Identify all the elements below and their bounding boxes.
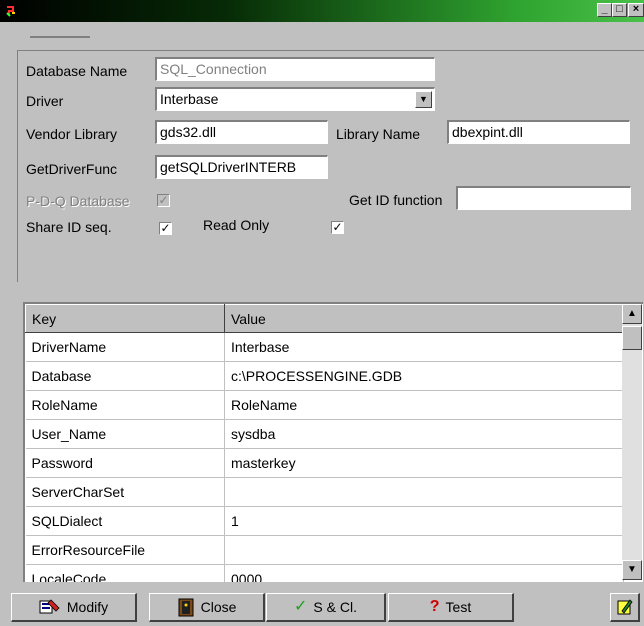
library-name-label: Library Name [336, 126, 421, 142]
title-bar[interactable]: _ □ × [0, 0, 644, 22]
table-row[interactable]: LocaleCode 0000 [25, 564, 624, 582]
driver-select[interactable]: Interbase ▼ [155, 87, 435, 111]
edit-note-button[interactable] [610, 593, 640, 622]
save-and-close-button[interactable]: ✓ S & Cl. [266, 593, 386, 622]
close-label: Close [200, 599, 237, 615]
value-cell[interactable] [224, 535, 624, 565]
value-cell[interactable]: sysdba [224, 419, 624, 449]
close-button[interactable]: Close [149, 593, 265, 622]
grid-vertical-scrollbar[interactable]: ▲ ▼ [622, 304, 642, 580]
key-cell[interactable]: ErrorResourceFile [25, 535, 225, 565]
grid-header-row: Key Value [25, 304, 624, 333]
maximize-button[interactable]: □ [612, 3, 627, 17]
get-driver-func-label: GetDriverFunc [26, 161, 118, 177]
save-and-close-label: S & Cl. [313, 599, 357, 615]
get-id-function-field[interactable] [456, 186, 631, 210]
key-cell[interactable]: Password [25, 448, 225, 478]
table-row[interactable]: DriverName Interbase [25, 332, 624, 362]
table-row[interactable]: Database c:\PROCESSENGINE.GDB [25, 361, 624, 391]
value-cell[interactable]: RoleName [224, 390, 624, 420]
table-row[interactable]: RoleName RoleName [25, 390, 624, 420]
vendor-library-label: Vendor Library [26, 126, 118, 142]
value-column-header[interactable]: Value [224, 304, 624, 333]
maximize-icon: □ [616, 3, 623, 15]
minimize-icon: _ [601, 3, 608, 15]
value-cell[interactable]: masterkey [224, 448, 624, 478]
modify-button[interactable]: Modify [11, 593, 137, 622]
door-exit-icon [178, 598, 194, 617]
read-only-checkbox[interactable]: ✓ [331, 221, 344, 234]
scroll-thumb[interactable] [622, 326, 642, 350]
value-cell[interactable]: c:\PROCESSENGINE.GDB [224, 361, 624, 391]
scroll-down-button[interactable]: ▼ [622, 560, 642, 580]
checkmark-icon: ✓ [158, 193, 169, 207]
driver-value: Interbase [160, 91, 219, 107]
database-name-label: Database Name [26, 63, 128, 79]
parameters-table: Key Value DriverName Interbase Database c:… [25, 304, 624, 582]
minimize-button[interactable]: _ [597, 3, 612, 17]
get-id-function-label: Get ID function [349, 192, 443, 208]
table-row[interactable]: Password masterkey [25, 448, 624, 478]
app-icon [4, 4, 18, 18]
share-id-seq-label: Share ID seq. [26, 219, 112, 235]
key-cell[interactable]: RoleName [25, 390, 225, 420]
get-driver-func-field[interactable]: getSQLDriverINTERB [155, 155, 328, 179]
library-name-field[interactable]: dbexpint.dll [447, 120, 630, 144]
scroll-up-button[interactable]: ▲ [622, 304, 642, 324]
arrow-up-icon: ▲ [627, 308, 637, 319]
key-cell[interactable]: LocaleCode [25, 564, 225, 582]
pdq-database-label: P-D-Q Database [26, 193, 130, 209]
modify-label: Modify [66, 599, 109, 615]
modify-icon [39, 599, 60, 614]
share-id-seq-checkbox[interactable]: ✓ [159, 222, 172, 235]
table-row[interactable]: User_Name sysdba [25, 419, 624, 449]
table-row[interactable]: ServerCharSet [25, 477, 624, 507]
close-icon: × [632, 3, 640, 15]
database-name-field[interactable]: SQL_Connection [155, 57, 435, 81]
read-only-label: Read Only [203, 217, 270, 233]
parameters-grid[interactable]: Key Value DriverName Interbase Database c:… [23, 302, 643, 582]
key-cell[interactable]: SQLDialect [25, 506, 225, 536]
key-cell[interactable]: User_Name [25, 419, 225, 449]
value-cell[interactable] [224, 477, 624, 507]
test-label: Test [445, 599, 472, 615]
key-cell[interactable]: ServerCharSet [25, 477, 225, 507]
arrow-down-icon: ▼ [627, 564, 637, 575]
key-column-header[interactable]: Key [25, 304, 225, 333]
test-button[interactable]: ? Test [388, 593, 514, 622]
tab-strip-edge [30, 36, 90, 38]
driver-dropdown-button[interactable]: ▼ [415, 91, 432, 108]
checkmark-icon: ✓ [294, 598, 308, 615]
question-icon: ? [429, 598, 440, 615]
close-window-button[interactable]: × [628, 3, 644, 17]
key-cell[interactable]: DriverName [25, 332, 225, 362]
notepad-edit-icon [617, 599, 633, 615]
table-row[interactable]: ErrorResourceFile [25, 535, 624, 565]
pdq-database-checkbox: ✓ [157, 194, 170, 207]
vendor-library-field[interactable]: gds32.dll [155, 120, 328, 144]
chevron-down-icon: ▼ [419, 94, 428, 104]
value-cell[interactable]: 1 [224, 506, 624, 536]
value-cell[interactable]: 0000 [224, 564, 624, 582]
table-row[interactable]: SQLDialect 1 [25, 506, 624, 536]
value-cell[interactable]: Interbase [224, 332, 624, 362]
checkmark-icon: ✓ [160, 221, 171, 235]
driver-label: Driver [26, 93, 64, 109]
checkmark-icon: ✓ [332, 220, 343, 234]
key-cell[interactable]: Database [25, 361, 225, 391]
